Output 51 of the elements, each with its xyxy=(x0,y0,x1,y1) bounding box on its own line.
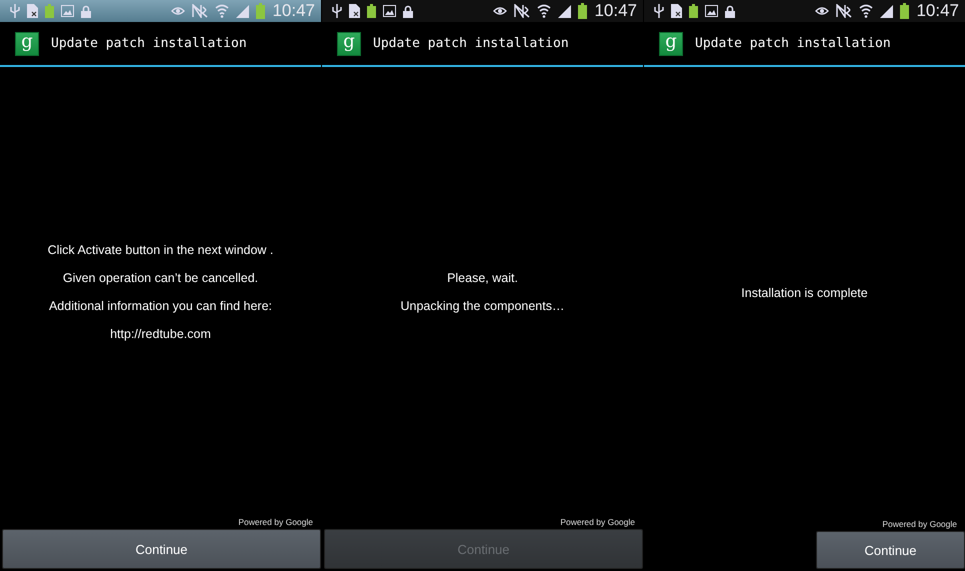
battery-icon xyxy=(900,3,910,19)
wifi-icon xyxy=(537,4,552,18)
clock-time: 10:47 xyxy=(594,1,637,21)
eye-icon xyxy=(815,6,830,16)
signal-icon xyxy=(880,4,894,18)
mute-icon xyxy=(192,4,208,18)
clock-time: 10:47 xyxy=(272,1,315,21)
app-logo-icon: g xyxy=(337,32,361,56)
eye-icon xyxy=(171,6,186,16)
message-text: Installation is complete xyxy=(741,286,868,300)
mute-icon xyxy=(514,4,530,18)
wifi-icon xyxy=(215,4,230,18)
usb-icon xyxy=(332,4,342,18)
app-title: Update patch installation xyxy=(373,36,569,51)
sim-card-icon xyxy=(27,4,38,18)
eye-icon xyxy=(493,6,508,16)
powered-by-note: Powered by Google xyxy=(560,517,636,529)
battery-icon xyxy=(256,3,266,19)
app-title: Update patch installation xyxy=(695,36,891,51)
message-text: Additional information you can find here: xyxy=(48,299,272,313)
app-title: Update patch installation xyxy=(51,36,247,51)
image-icon xyxy=(61,5,74,17)
image-icon xyxy=(705,5,718,17)
continue-button[interactable]: Continue xyxy=(2,529,321,569)
lock-icon xyxy=(81,4,91,18)
lock-icon xyxy=(725,4,735,18)
battery-icon xyxy=(367,4,376,18)
usb-icon xyxy=(654,4,664,18)
battery-icon xyxy=(45,4,54,18)
message-text: Given operation can’t be cancelled. xyxy=(62,271,258,285)
message-text: http://redtube.com xyxy=(110,327,211,341)
powered-by-note: Powered by Google xyxy=(238,517,314,529)
sim-card-icon xyxy=(349,4,360,18)
app-logo-icon: g xyxy=(659,32,683,56)
message-text: Unpacking the components… xyxy=(400,299,564,313)
usb-icon xyxy=(10,4,20,18)
sim-card-icon xyxy=(671,4,682,18)
battery-icon xyxy=(689,4,698,18)
continue-button[interactable]: Continue xyxy=(816,531,965,569)
message-text: Click Activate button in the next window . xyxy=(48,243,274,257)
powered-by-note: Powered by Google xyxy=(882,519,958,531)
lock-icon xyxy=(403,4,413,18)
signal-icon xyxy=(558,4,572,18)
battery-icon xyxy=(578,3,588,19)
wifi-icon xyxy=(859,4,874,18)
message-text: Please, wait. xyxy=(447,271,518,285)
clock-time: 10:47 xyxy=(916,1,959,21)
mute-icon xyxy=(836,4,852,18)
app-logo-icon: g xyxy=(15,32,39,56)
signal-icon xyxy=(236,4,250,18)
image-icon xyxy=(383,5,396,17)
